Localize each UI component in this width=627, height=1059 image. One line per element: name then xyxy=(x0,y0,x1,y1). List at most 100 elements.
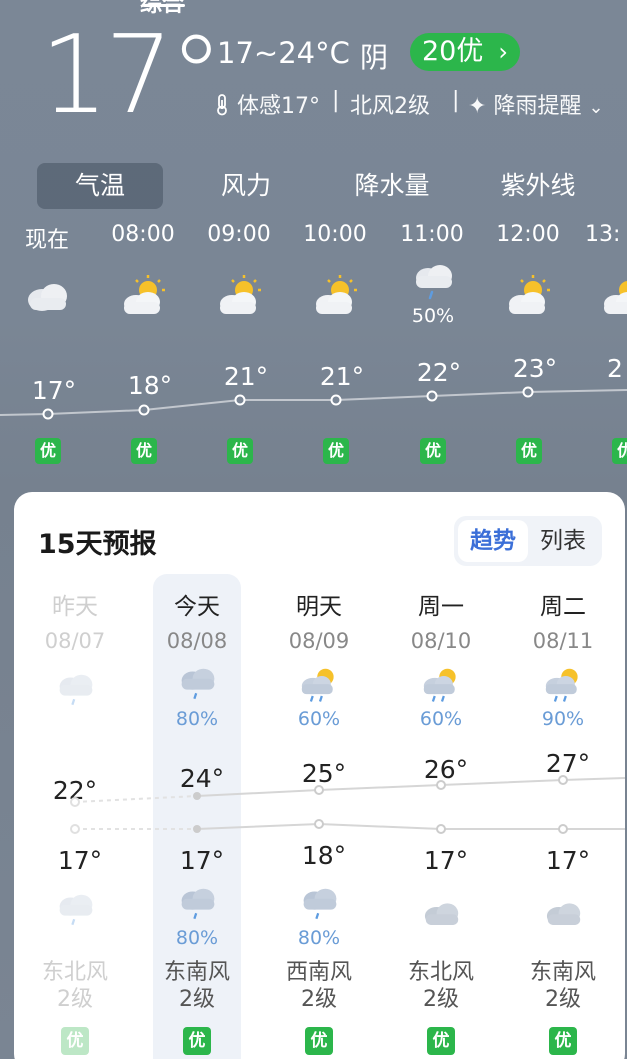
hour-aqi: 优 xyxy=(323,438,349,464)
hour-time: 现在 xyxy=(24,228,69,253)
day-pop: 90% xyxy=(541,708,585,730)
day-date: 08/09 xyxy=(288,629,350,653)
rain-cloud-icon xyxy=(410,262,458,306)
hour-time: 13: xyxy=(585,222,621,247)
partly-sunny-icon xyxy=(600,274,627,318)
wind-direction: 西南风 xyxy=(285,960,352,985)
high-point xyxy=(193,792,201,800)
day-header[interactable]: 明天 08/09 xyxy=(269,587,369,653)
hour-aqi: 优 xyxy=(420,438,446,464)
temp-point xyxy=(42,408,54,420)
sun-rain-icon xyxy=(420,666,468,710)
hour-aqi: 优 xyxy=(35,438,61,464)
high-point xyxy=(70,797,80,807)
day-pop: 60% xyxy=(419,708,463,730)
day-wind: 西南风 2级 xyxy=(269,959,369,1013)
day-wind: 东南风 2级 xyxy=(513,959,613,1013)
wind-level: 2级 xyxy=(57,987,93,1012)
day-date: 08/10 xyxy=(410,629,472,653)
hour-aqi: 优 xyxy=(131,438,157,464)
hour-aqi: 优 xyxy=(516,438,542,464)
wind-direction: 东南风 xyxy=(529,960,596,985)
wind-level: 2级 xyxy=(179,987,215,1012)
day-header[interactable]: 周二 08/11 xyxy=(513,587,613,653)
day-wind: 东北风 2级 xyxy=(391,959,491,1013)
wind-level: 2级 xyxy=(423,987,459,1012)
top-nav: 综合 xyxy=(0,0,627,17)
tab-uv[interactable]: 紫外线 xyxy=(475,163,601,209)
temp-point xyxy=(330,394,342,406)
high-point xyxy=(436,780,446,790)
aqi-badge[interactable]: 20优 › xyxy=(410,33,520,71)
hourly-tabs: 气温 风力 降水量 紫外线 xyxy=(37,163,627,211)
hour-time: 10:00 xyxy=(303,222,367,247)
low-point xyxy=(314,819,324,829)
cloudy-icon xyxy=(542,898,590,942)
day-aqi: 优 xyxy=(183,1027,211,1055)
hour-time: 08:00 xyxy=(111,222,175,247)
toggle-trend[interactable]: 趋势 xyxy=(458,520,528,562)
day-wind: 东南风 2级 xyxy=(147,959,247,1013)
tab-wind[interactable]: 风力 xyxy=(183,163,309,209)
tab-precipitation[interactable]: 降水量 xyxy=(329,163,455,209)
day-pop: 80% xyxy=(175,708,219,730)
hour-temp: 23° xyxy=(512,354,558,383)
sun-rain-icon xyxy=(298,666,346,710)
temp-point xyxy=(234,394,246,406)
temp-point xyxy=(522,386,534,398)
view-toggle: 趋势 列表 xyxy=(454,516,602,566)
cloudy-icon xyxy=(420,898,468,942)
wind-direction: 东北风 xyxy=(407,960,474,985)
day-aqi: 优 xyxy=(305,1027,333,1055)
chevron-right-icon: › xyxy=(498,38,508,66)
chevron-down-icon: ⌄ xyxy=(588,97,604,118)
feels-like: 体感17° xyxy=(214,88,320,120)
wind-info: 北风2级 xyxy=(350,94,430,119)
low-temp: 18° xyxy=(301,841,347,870)
toggle-list[interactable]: 列表 xyxy=(528,520,598,562)
forecast-card: 15天预报 趋势 列表 昨天 08/07 今天 08/08 明天 08/09 周… xyxy=(14,492,625,1059)
day-aqi: 优 xyxy=(549,1027,577,1055)
partly-sunny-icon xyxy=(120,274,168,318)
partly-sunny-icon xyxy=(216,274,264,318)
rain-alert-text: 降雨提醒 xyxy=(493,94,582,119)
day-name: 昨天 xyxy=(52,594,98,620)
top-nav-underline xyxy=(143,4,185,7)
day-header[interactable]: 周一 08/10 xyxy=(391,587,491,653)
hour-temp: 2 xyxy=(607,354,623,383)
day-header[interactable]: 昨天 08/07 xyxy=(25,587,125,653)
day-name: 今天 xyxy=(174,594,220,620)
feels-like-text: 体感17° xyxy=(237,94,320,119)
temp-point xyxy=(138,404,150,416)
day-header[interactable]: 今天 08/08 xyxy=(147,587,247,653)
divider: | xyxy=(452,88,460,113)
day-date: 08/07 xyxy=(44,629,106,653)
night-pop: 80% xyxy=(175,927,219,949)
low-temp: 17° xyxy=(57,846,103,875)
night-pop: 80% xyxy=(297,927,341,949)
temp-point xyxy=(426,390,438,402)
day-aqi: 优 xyxy=(61,1027,89,1055)
divider: | xyxy=(332,88,340,113)
thermometer-icon xyxy=(217,94,227,116)
rain-cloud-icon xyxy=(176,666,224,710)
hour-time: 12:00 xyxy=(496,222,560,247)
hourly-temp-curve xyxy=(0,386,627,420)
day-wind: 东北风 2级 xyxy=(25,959,125,1013)
wind-direction: 东北风 xyxy=(41,960,108,985)
day-pop: 60% xyxy=(297,708,341,730)
weather-condition: 阴 xyxy=(360,41,389,74)
sparkle-icon: ✦ xyxy=(468,94,487,119)
forecast-title: 15天预报 xyxy=(38,529,157,560)
high-point xyxy=(558,775,568,785)
rain-cloud-icon xyxy=(298,886,346,930)
rain-alert[interactable]: ✦ 降雨提醒 ⌄ xyxy=(468,88,604,120)
low-point xyxy=(193,825,201,833)
low-point xyxy=(558,824,568,834)
tab-temperature[interactable]: 气温 xyxy=(37,163,163,209)
hour-time: 09:00 xyxy=(207,222,271,247)
high-point xyxy=(314,785,324,795)
low-point xyxy=(70,824,80,834)
day-name: 周二 xyxy=(540,594,586,620)
day-date: 08/08 xyxy=(166,629,228,653)
